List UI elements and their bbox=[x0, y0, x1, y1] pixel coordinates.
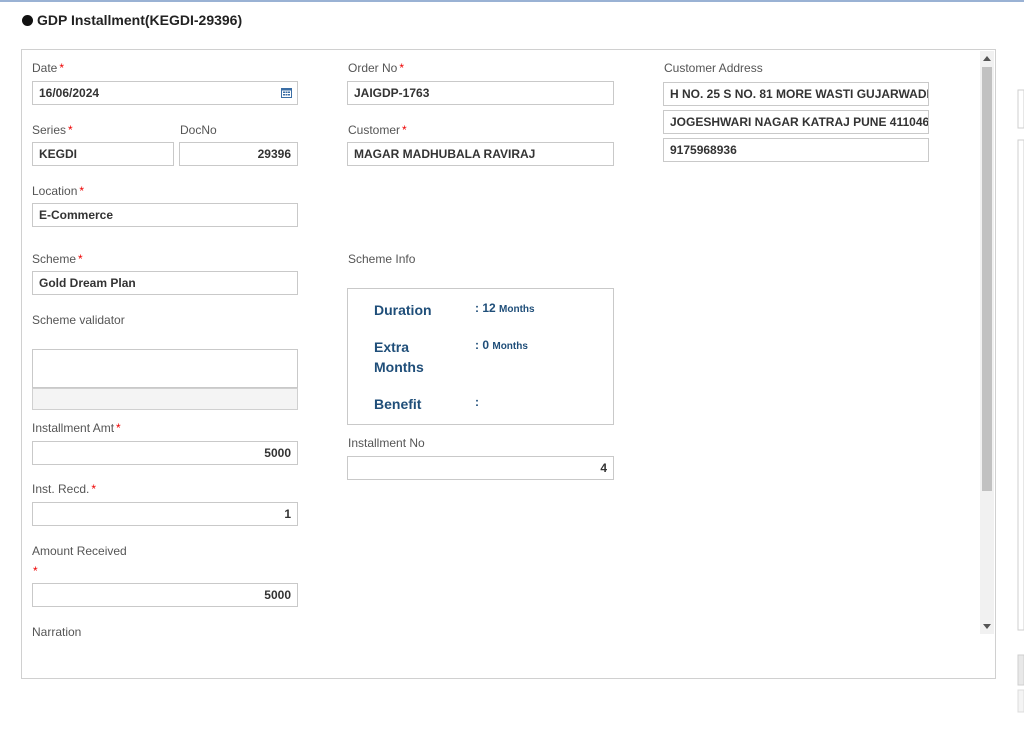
duration-value: : 12 Months bbox=[475, 301, 535, 315]
docno-label: DocNo bbox=[180, 123, 217, 137]
scheme-validator-label: Scheme validator bbox=[32, 313, 125, 327]
bullet-icon bbox=[22, 14, 33, 26]
customer-address-label: Customer Address bbox=[664, 61, 763, 75]
installment-amt-field[interactable]: 5000 bbox=[32, 441, 298, 465]
location-label: Location * bbox=[32, 184, 85, 198]
scheme-label: Scheme * bbox=[32, 252, 83, 266]
customer-label: Customer * bbox=[348, 123, 407, 137]
amount-received-field[interactable]: 5000 bbox=[32, 583, 298, 607]
installment-no-field[interactable]: 4 bbox=[347, 456, 614, 480]
narration-label: Narration bbox=[32, 625, 82, 639]
inst-recd-label: Inst. Recd. * bbox=[32, 482, 97, 496]
installment-no-label: Installment No bbox=[348, 436, 425, 450]
docno-field[interactable]: 29396 bbox=[179, 142, 298, 166]
amount-received-label: Amount Received bbox=[32, 544, 127, 558]
benefit-value: : bbox=[475, 395, 479, 409]
address-line2-field[interactable]: JOGESHWARI NAGAR KATRAJ PUNE 411046 bbox=[663, 110, 929, 134]
scroll-up-icon[interactable] bbox=[983, 56, 991, 61]
benefit-label: Benefit bbox=[374, 396, 422, 412]
inst-recd-field[interactable]: 1 bbox=[32, 502, 298, 526]
location-field[interactable]: E-Commerce bbox=[32, 203, 298, 227]
scroll-down-icon[interactable] bbox=[983, 624, 991, 629]
vertical-scrollbar[interactable] bbox=[980, 51, 994, 634]
calendar-icon[interactable] bbox=[281, 87, 292, 98]
scheme-info-label: Scheme Info bbox=[348, 252, 416, 266]
background-window-edge bbox=[1014, 50, 1024, 733]
extra-months-label: Extra Months bbox=[374, 339, 424, 375]
customer-field[interactable]: MAGAR MADHUBALA RAVIRAJ bbox=[347, 142, 614, 166]
series-label: Series * bbox=[32, 123, 73, 137]
scrollbar-thumb[interactable] bbox=[982, 67, 992, 491]
scheme-validator-footer bbox=[32, 388, 298, 410]
dialog-title-text: GDP Installment(KEGDI-29396) bbox=[37, 12, 243, 28]
amount-received-required-mark: * bbox=[33, 564, 38, 578]
installment-amt-label: Installment Amt * bbox=[32, 421, 121, 435]
scheme-info-box: Duration : 12 Months Extra Months : 0 Mon… bbox=[347, 288, 614, 425]
extra-months-value: : 0 Months bbox=[475, 338, 528, 352]
phone-field[interactable]: 9175968936 bbox=[663, 138, 929, 162]
scheme-field[interactable]: Gold Dream Plan bbox=[32, 271, 298, 295]
address-line1-field[interactable]: H NO. 25 S NO. 81 MORE WASTI GUJARWADI bbox=[663, 82, 929, 106]
date-label: Date * bbox=[32, 61, 65, 75]
order-no-label: Order No * bbox=[348, 61, 405, 75]
order-no-field[interactable]: JAIGDP-1763 bbox=[347, 81, 614, 105]
dialog-title: GDP Installment(KEGDI-29396) bbox=[22, 12, 242, 28]
window-top-border bbox=[0, 0, 1024, 2]
duration-label: Duration bbox=[374, 302, 432, 318]
series-field[interactable]: KEGDI bbox=[32, 142, 174, 166]
scheme-validator-field[interactable] bbox=[32, 349, 298, 388]
date-field[interactable]: 16/06/2024 bbox=[32, 81, 298, 105]
date-value: 16/06/2024 bbox=[39, 86, 100, 100]
